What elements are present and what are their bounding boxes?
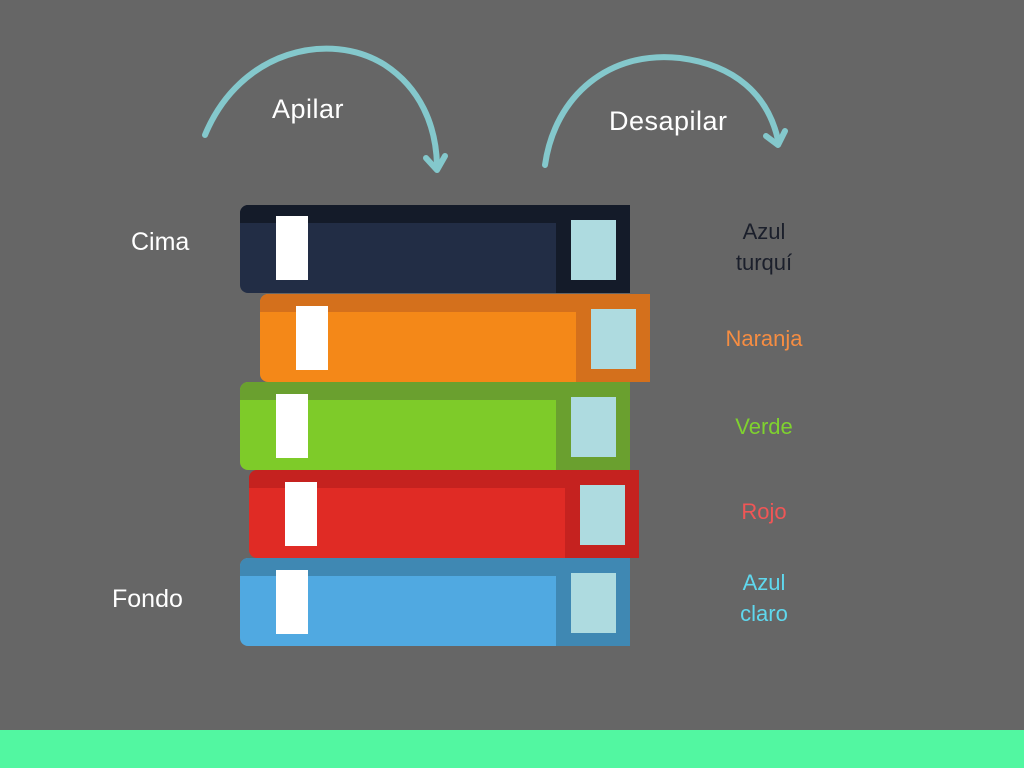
book-green-band-bottom bbox=[556, 457, 630, 470]
book-green-tag bbox=[276, 394, 308, 458]
book-navy-tag bbox=[276, 216, 308, 280]
book-light-blue-tag bbox=[276, 570, 308, 634]
book-green-band-top bbox=[556, 382, 630, 395]
book-navy bbox=[240, 205, 630, 293]
bottom-label: Fondo bbox=[112, 585, 183, 613]
book-red bbox=[249, 470, 639, 558]
book-red-band-top bbox=[565, 470, 639, 483]
book-light-blue bbox=[240, 558, 630, 646]
color-label-light-blue: Azul claro bbox=[740, 570, 788, 626]
book-red-band-bottom bbox=[565, 545, 639, 558]
top-label: Cima bbox=[131, 228, 190, 256]
color-label-green: Verde bbox=[735, 414, 793, 439]
color-label-red: Rojo bbox=[741, 499, 787, 524]
footer-bar bbox=[0, 730, 1024, 768]
book-light-blue-pages bbox=[571, 573, 616, 633]
book-orange-band-top bbox=[576, 294, 650, 307]
pop-label: Desapilar bbox=[609, 106, 728, 136]
book-orange-pages bbox=[591, 309, 636, 369]
book-green-pages bbox=[571, 397, 616, 457]
push-label: Apilar bbox=[272, 94, 345, 124]
stack-diagram: Apilar Desapilar Cima Fondo Azul turquí … bbox=[0, 0, 1024, 768]
book-orange-band-bottom bbox=[576, 369, 650, 382]
book-navy-band-bottom bbox=[556, 280, 630, 293]
color-label-navy: Azul turquí bbox=[735, 219, 793, 275]
book-navy-band-top bbox=[556, 205, 630, 218]
book-red-pages bbox=[580, 485, 625, 545]
book-green bbox=[240, 382, 630, 470]
book-navy-pages bbox=[571, 220, 616, 280]
book-red-tag bbox=[285, 482, 317, 546]
book-orange bbox=[260, 294, 650, 382]
book-light-blue-band-bottom bbox=[556, 633, 630, 646]
book-orange-tag bbox=[296, 306, 328, 370]
color-label-orange: Naranja bbox=[725, 326, 803, 351]
book-light-blue-band-top bbox=[556, 558, 630, 571]
